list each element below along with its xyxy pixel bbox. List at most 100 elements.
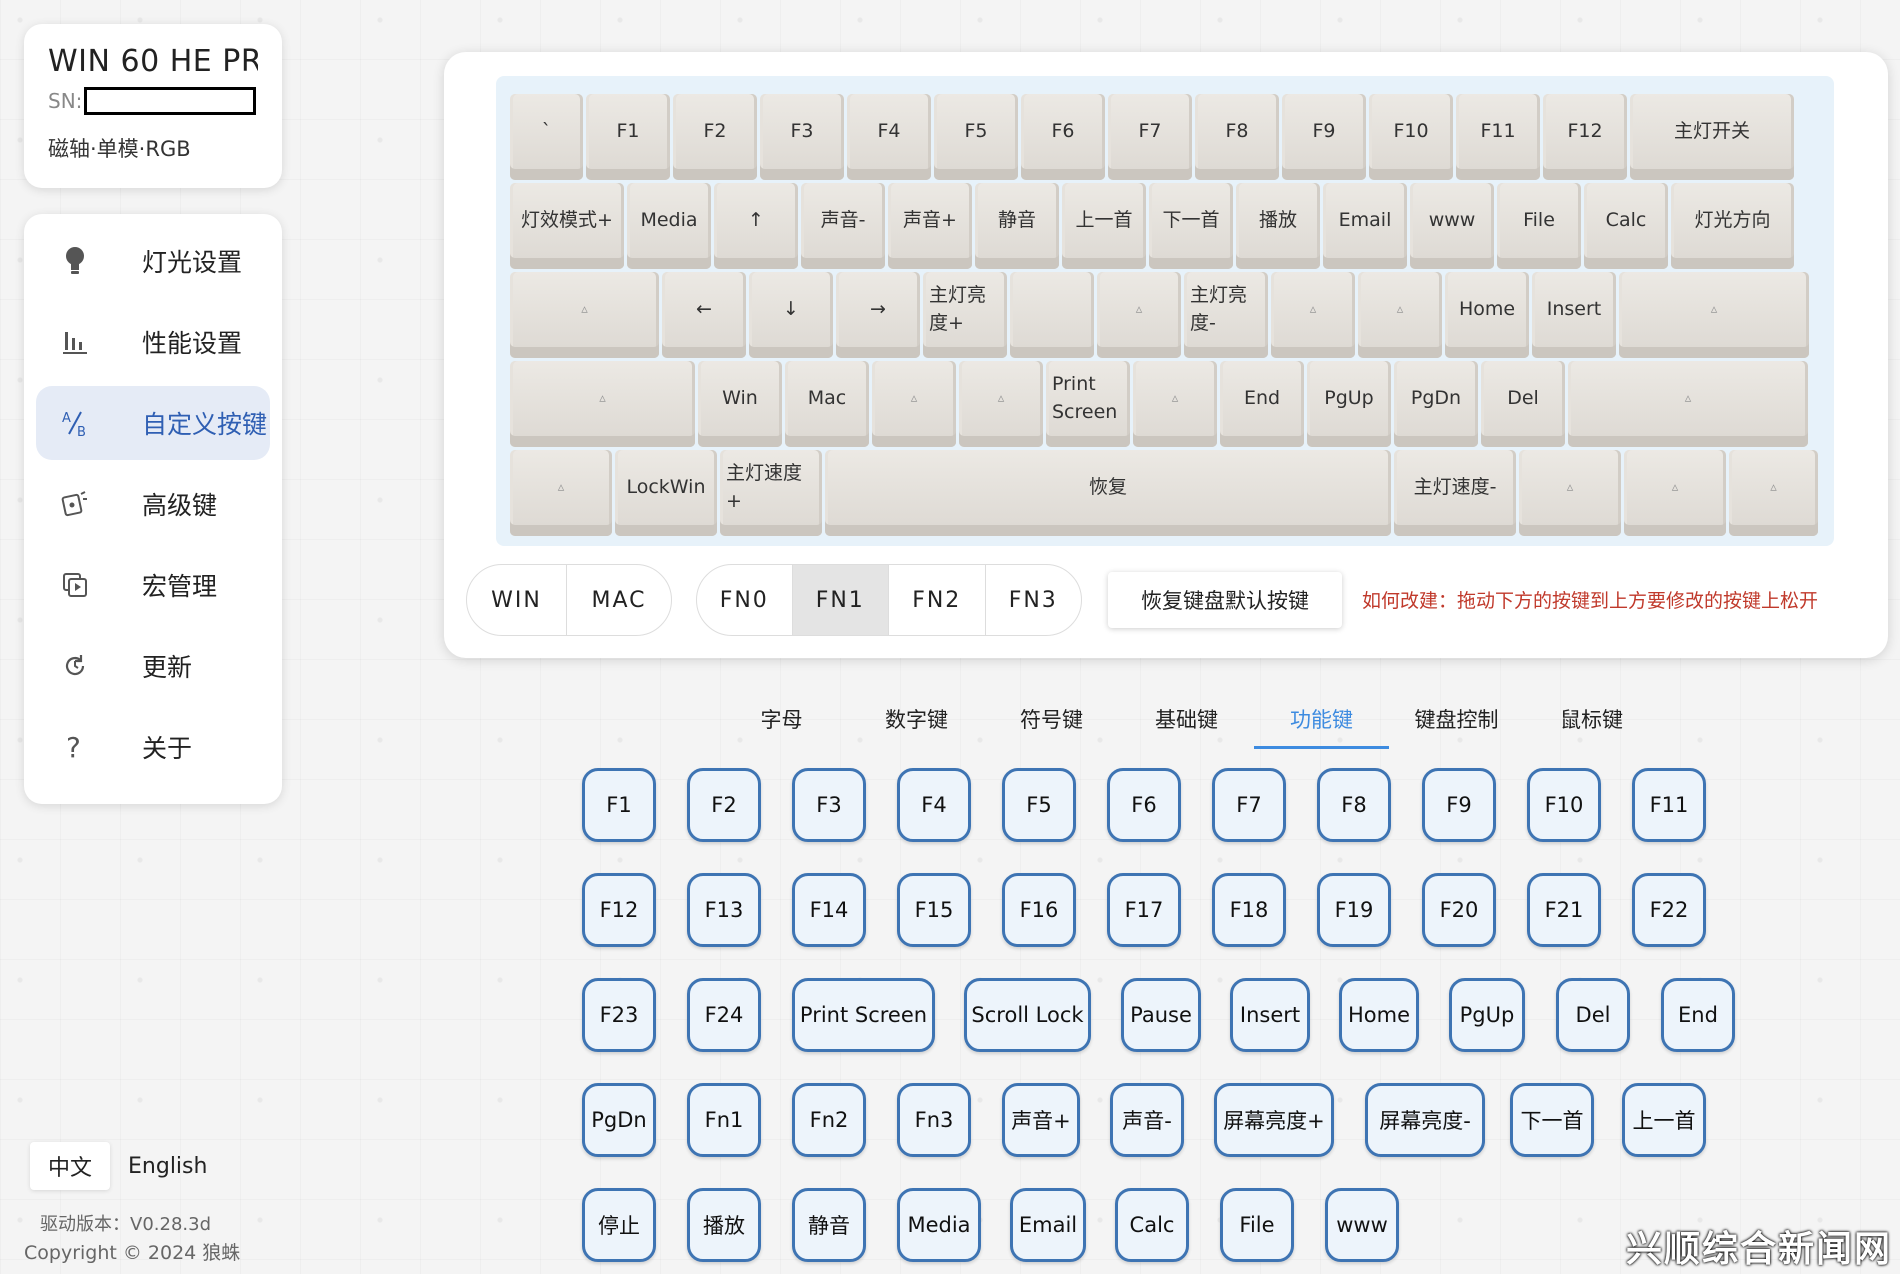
palette-key[interactable]: Fn2	[792, 1083, 866, 1157]
palette-key[interactable]: Scroll Lock	[964, 978, 1091, 1052]
palette-key[interactable]: 声音+	[1002, 1083, 1080, 1157]
keyboard-key[interactable]: ←	[662, 272, 746, 358]
restore-default-keys-button[interactable]: 恢复键盘默认按键	[1108, 572, 1342, 628]
keyboard-key[interactable]: ▵	[1097, 272, 1181, 358]
keyboard-key[interactable]: Mac	[785, 361, 869, 447]
palette-key[interactable]: F21	[1527, 873, 1601, 947]
palette-key[interactable]: F22	[1632, 873, 1706, 947]
keyboard-key[interactable]: Media	[627, 183, 711, 269]
keyboard-key[interactable]: 声音+	[888, 183, 972, 269]
keyboard-key[interactable]: Win	[698, 361, 782, 447]
palette-key[interactable]: Media	[897, 1188, 981, 1262]
keyboard-key[interactable]: 上一首	[1062, 183, 1146, 269]
keyboard-key[interactable]: ▵	[510, 361, 695, 447]
palette-key[interactable]: www	[1325, 1188, 1399, 1262]
keyboard-key[interactable]: ↓	[749, 272, 833, 358]
keyboard-key[interactable]: 灯效模式+	[510, 183, 624, 269]
palette-key[interactable]: F14	[792, 873, 866, 947]
os-mac-button[interactable]: MAC	[567, 565, 671, 635]
keyboard-key[interactable]: 主灯亮度-	[1184, 272, 1268, 358]
keyboard-key[interactable]: PgDn	[1394, 361, 1478, 447]
keyboard-key[interactable]: PgUp	[1307, 361, 1391, 447]
keyboard-key[interactable]: ▵	[1729, 450, 1818, 536]
keyboard-key[interactable]: →	[836, 272, 920, 358]
palette-key[interactable]: 声音-	[1110, 1083, 1184, 1157]
palette-key[interactable]: 静音	[792, 1188, 866, 1262]
palette-key[interactable]: F18	[1212, 873, 1286, 947]
keyboard-key[interactable]: Del	[1481, 361, 1565, 447]
palette-key[interactable]: F23	[582, 978, 656, 1052]
keyboard-key[interactable]: 声音-	[801, 183, 885, 269]
keyboard-key[interactable]: F5	[934, 94, 1018, 180]
keyboard-key[interactable]: www	[1410, 183, 1494, 269]
keyboard-key[interactable]: F7	[1108, 94, 1192, 180]
tab-letters[interactable]: 字母	[714, 696, 849, 749]
os-win-button[interactable]: WIN	[467, 565, 568, 635]
tab-keyboard-control[interactable]: 键盘控制	[1389, 696, 1524, 749]
nav-item-about[interactable]: ? 关于	[36, 710, 270, 784]
keyboard-key[interactable]: 主灯速度-	[1394, 450, 1516, 536]
layer-fn3-button[interactable]: FN3	[986, 565, 1082, 635]
keyboard-key[interactable]: F8	[1195, 94, 1279, 180]
palette-key[interactable]: F19	[1317, 873, 1391, 947]
nav-item-custom-keys[interactable]: AB 自定义按键	[36, 386, 270, 460]
keyboard-key[interactable]: 恢复	[825, 450, 1391, 536]
language-en-button[interactable]: English	[110, 1146, 225, 1187]
nav-item-macros[interactable]: 宏管理	[36, 548, 270, 622]
palette-key[interactable]: Fn1	[687, 1083, 761, 1157]
keyboard-key[interactable]: Calc	[1584, 183, 1668, 269]
palette-key[interactable]: F7	[1212, 768, 1286, 842]
keyboard-key[interactable]: End	[1220, 361, 1304, 447]
keyboard-key[interactable]: F12	[1543, 94, 1627, 180]
keyboard-key[interactable]: 主灯亮度+	[923, 272, 1007, 358]
keyboard-key[interactable]: 灯光方向	[1671, 183, 1794, 269]
palette-key[interactable]: F10	[1527, 768, 1601, 842]
layer-fn0-button[interactable]: FN0	[697, 565, 793, 635]
keyboard-key[interactable]: F3	[760, 94, 844, 180]
keyboard-key[interactable]: Home	[1445, 272, 1529, 358]
keyboard-key[interactable]: 播放	[1236, 183, 1320, 269]
nav-item-lighting[interactable]: 灯光设置	[36, 224, 270, 298]
palette-key[interactable]: F3	[792, 768, 866, 842]
keyboard-key[interactable]: F11	[1456, 94, 1540, 180]
palette-key[interactable]: Email	[1010, 1188, 1086, 1262]
keyboard-key[interactable]: ▵	[1568, 361, 1808, 447]
keyboard-key[interactable]: ↑	[714, 183, 798, 269]
keyboard-key[interactable]: ▵	[872, 361, 956, 447]
keyboard-key[interactable]: ▵	[1624, 450, 1726, 536]
keyboard-key[interactable]: File	[1497, 183, 1581, 269]
keyboard-key[interactable]: ▵	[959, 361, 1043, 447]
language-zh-button[interactable]: 中文	[30, 1142, 111, 1190]
keyboard-key[interactable]: ▵	[1619, 272, 1809, 358]
palette-key[interactable]: 屏幕亮度+	[1214, 1083, 1334, 1157]
palette-key[interactable]: F24	[687, 978, 761, 1052]
palette-key[interactable]: PgDn	[582, 1083, 656, 1157]
keyboard-key[interactable]: F10	[1369, 94, 1453, 180]
palette-key[interactable]: F2	[687, 768, 761, 842]
palette-key[interactable]: Del	[1556, 978, 1630, 1052]
keyboard-key[interactable]: F9	[1282, 94, 1366, 180]
palette-key[interactable]: F4	[897, 768, 971, 842]
keyboard-key[interactable]: 静音	[975, 183, 1059, 269]
layer-fn2-button[interactable]: FN2	[889, 565, 986, 635]
keyboard-key[interactable]: 下一首	[1149, 183, 1233, 269]
palette-key[interactable]: F20	[1422, 873, 1496, 947]
keyboard-key[interactable]: F4	[847, 94, 931, 180]
nav-item-advanced-keys[interactable]: 高级键	[36, 467, 270, 541]
palette-key[interactable]: Insert	[1230, 978, 1310, 1052]
palette-key[interactable]: F9	[1422, 768, 1496, 842]
palette-key[interactable]: File	[1220, 1188, 1294, 1262]
nav-item-update[interactable]: 更新	[36, 629, 270, 703]
keyboard-key[interactable]: Email	[1323, 183, 1407, 269]
keyboard-key[interactable]: F1	[586, 94, 670, 180]
keyboard-key[interactable]: Insert	[1532, 272, 1616, 358]
keyboard-key[interactable]: 主灯开关	[1630, 94, 1794, 180]
palette-key[interactable]: 上一首	[1622, 1083, 1706, 1157]
palette-key[interactable]: F12	[582, 873, 656, 947]
palette-key[interactable]: 屏幕亮度-	[1365, 1083, 1485, 1157]
tab-mouse[interactable]: 鼠标键	[1524, 696, 1659, 749]
keyboard-key[interactable]: `	[510, 94, 583, 180]
tab-symbols[interactable]: 符号键	[984, 696, 1119, 749]
palette-key[interactable]: Calc	[1115, 1188, 1189, 1262]
palette-key[interactable]: Print Screen	[792, 978, 935, 1052]
